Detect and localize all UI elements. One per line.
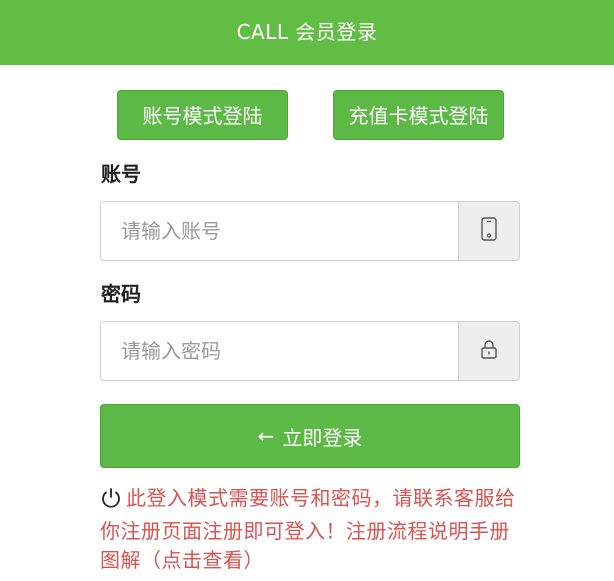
password-label: 密码 [101, 282, 141, 306]
account-label: 账号 [101, 162, 141, 186]
arrow-left-icon: ← [257, 424, 275, 448]
page-title: CALL 会员登录 [236, 20, 378, 44]
power-icon [100, 487, 122, 517]
login-submit-button[interactable]: ← 立即登录 [100, 404, 520, 468]
password-input[interactable] [100, 321, 458, 381]
account-addon [458, 201, 520, 261]
lock-icon [480, 338, 498, 364]
login-submit-label: 立即登录 [282, 425, 363, 450]
page-header: CALL 会员登录 [0, 0, 614, 65]
account-input[interactable] [100, 201, 458, 261]
account-input-group [100, 201, 520, 261]
card-mode-login-button[interactable]: 充值卡模式登陆 [333, 90, 504, 140]
login-notice: 此登入模式需要账号和密码，请联系客服给你注册页面注册即可登入！注册流程说明手册图… [100, 484, 524, 575]
password-input-group [100, 321, 520, 381]
account-mode-login-button[interactable]: 账号模式登陆 [117, 90, 288, 140]
phone-icon [481, 217, 497, 245]
password-addon [458, 321, 520, 381]
